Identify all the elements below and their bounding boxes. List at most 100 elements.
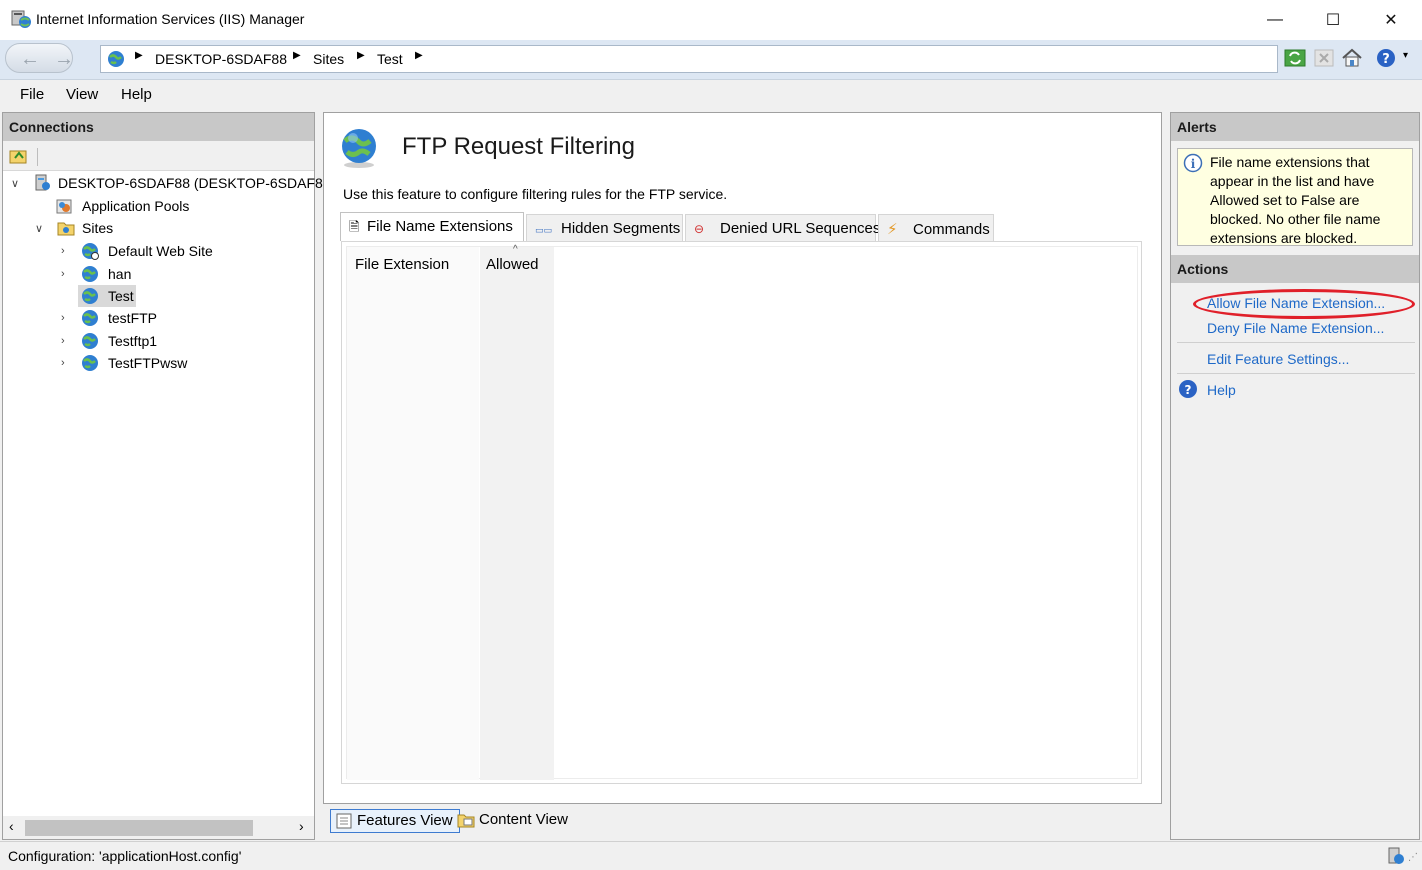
tree-label: han	[108, 266, 132, 282]
ftp-filtering-globe-icon	[342, 129, 376, 168]
alerts-header: Alerts	[1171, 113, 1419, 141]
globe-icon	[82, 355, 98, 371]
resize-grip-icon[interactable]: ⋰	[1408, 852, 1418, 863]
document-icon: 🗎	[349, 219, 360, 234]
lightning-icon: ⚡	[887, 221, 898, 238]
globe-icon	[108, 51, 124, 67]
chevron-down-icon[interactable]: ∨	[35, 222, 43, 235]
globe-icon	[82, 288, 98, 304]
chevron-right-icon[interactable]: ›	[61, 335, 65, 347]
column-header-file-extension[interactable]: File Extension	[355, 256, 449, 273]
deny-url-icon: ⊖	[694, 222, 705, 236]
menu-file[interactable]: File	[20, 86, 44, 103]
breadcrumb-arrow-icon[interactable]: ▶	[293, 50, 301, 61]
minimize-button[interactable]: —	[1246, 0, 1304, 40]
tree-label: Sites	[82, 220, 114, 236]
chevron-down-icon[interactable]: ▾	[1403, 50, 1408, 61]
feature-panel: FTP Request Filtering Use this feature t…	[323, 112, 1162, 804]
info-icon: i	[1183, 153, 1203, 173]
actions-panel: Alerts i File name extensions that appea…	[1170, 112, 1420, 840]
connections-panel: Connections ∨ DESKTOP-6SDAF88 (DESKTOP-6…	[2, 112, 331, 840]
status-bar: Configuration: 'applicationHost.config' …	[0, 841, 1422, 870]
tree-label: Application Pools	[82, 198, 190, 214]
svg-text:?: ?	[1382, 52, 1390, 67]
status-text: Configuration: 'applicationHost.config'	[8, 848, 242, 864]
menu-help[interactable]: Help	[121, 86, 152, 103]
menu-bar: File View Help	[0, 80, 1422, 110]
help-link[interactable]: Help	[1207, 382, 1236, 398]
tab-hidden-segments[interactable]: ▭▭ Hidden Segments	[526, 214, 683, 242]
actions-divider	[1177, 373, 1415, 374]
breadcrumb-arrow-icon[interactable]: ▶	[415, 50, 423, 61]
toolbar-divider	[37, 148, 38, 166]
scroll-left-icon[interactable]: ‹	[9, 818, 14, 834]
app-pools-icon	[56, 199, 72, 214]
refresh-icon[interactable]	[1283, 46, 1307, 70]
chevron-right-icon[interactable]: ›	[61, 312, 65, 324]
breadcrumb-server[interactable]: DESKTOP-6SDAF88	[155, 51, 287, 67]
tree-label: TestFTPwsw	[108, 355, 188, 371]
column-file-extension	[347, 247, 479, 780]
segments-icon: ▭▭	[535, 225, 553, 235]
maximize-button[interactable]: ☐	[1304, 0, 1362, 40]
server-status-icon	[1388, 847, 1404, 864]
connect-icon[interactable]	[9, 147, 29, 165]
extensions-list[interactable]: File Extension ^ Allowed	[341, 241, 1142, 784]
svg-text:i: i	[1191, 157, 1196, 171]
column-header-allowed[interactable]: Allowed	[486, 256, 539, 273]
forward-arrow-icon[interactable]: →	[54, 49, 74, 69]
actions-header: Actions	[1171, 255, 1419, 283]
list-body: File Extension ^ Allowed	[346, 244, 1138, 780]
alert-box: i File name extensions that appear in th…	[1177, 148, 1413, 246]
breadcrumb-test[interactable]: Test	[377, 51, 403, 67]
breadcrumb-sites[interactable]: Sites	[313, 51, 344, 67]
chevron-right-icon[interactable]: ›	[61, 357, 65, 369]
tree-label: Default Web Site	[108, 243, 213, 259]
sort-ascending-icon: ^	[513, 244, 518, 255]
breadcrumb-arrow-icon[interactable]: ▶	[357, 50, 365, 61]
actions-divider	[1177, 342, 1415, 343]
back-arrow-icon[interactable]: ←	[20, 49, 40, 69]
globe-icon	[82, 333, 98, 349]
edit-feature-settings-link[interactable]: Edit Feature Settings...	[1207, 351, 1349, 367]
horizontal-scrollbar[interactable]: ‹ ›	[3, 816, 314, 839]
content-view-button[interactable]: Content View	[453, 809, 574, 833]
allow-file-name-extension-link[interactable]: Allow File Name Extension...	[1207, 295, 1385, 311]
column-allowed	[480, 247, 554, 780]
scroll-thumb[interactable]	[25, 820, 253, 836]
sites-folder-icon	[57, 222, 75, 236]
globe-icon	[82, 243, 99, 260]
tab-file-name-extensions[interactable]: 🗎 File Name Extensions	[340, 212, 524, 241]
address-bar: ← → ▶ DESKTOP-6SDAF88 ▶ Sites ▶ Test ▶ ?…	[0, 40, 1422, 80]
close-button[interactable]: ✕	[1362, 0, 1420, 40]
tree-label: testFTP	[108, 310, 158, 326]
chevron-right-icon[interactable]: ›	[61, 268, 65, 280]
page-title: FTP Request Filtering	[402, 133, 635, 160]
chevron-down-icon[interactable]: ∨	[11, 177, 19, 190]
nav-buttons: ← →	[5, 43, 74, 73]
features-view-icon	[336, 813, 352, 829]
alert-message: File name extensions that appear in the …	[1210, 154, 1381, 246]
deny-file-name-extension-link[interactable]: Deny File Name Extension...	[1207, 320, 1384, 336]
title-bar: Internet Information Services (IIS) Mana…	[0, 0, 1422, 40]
connections-toolbar	[3, 141, 314, 171]
svg-text:?: ?	[1185, 383, 1192, 397]
server-icon	[35, 174, 50, 191]
scroll-right-icon[interactable]: ›	[299, 818, 304, 834]
iis-app-icon	[11, 10, 31, 28]
chevron-right-icon[interactable]: ›	[61, 245, 65, 257]
breadcrumb[interactable]: ▶ DESKTOP-6SDAF88 ▶ Sites ▶ Test ▶	[100, 45, 1278, 73]
tab-denied-url-sequences[interactable]: ⊖ Denied URL Sequences	[685, 214, 880, 242]
features-view-button[interactable]: Features View	[330, 809, 460, 833]
help-dropdown-icon[interactable]: ?	[1375, 46, 1399, 70]
window-title: Internet Information Services (IIS) Mana…	[36, 11, 305, 27]
stop-icon[interactable]	[1312, 46, 1336, 70]
tab-commands[interactable]: ⚡ Commands	[878, 214, 994, 242]
view-switcher: Features View Content View	[323, 806, 1162, 836]
home-icon[interactable]	[1340, 46, 1364, 70]
breadcrumb-arrow-icon[interactable]: ▶	[135, 50, 143, 61]
help-icon[interactable]: ?	[1178, 379, 1198, 399]
feature-description: Use this feature to configure filtering …	[343, 186, 728, 202]
globe-icon	[82, 266, 98, 282]
menu-view[interactable]: View	[66, 86, 98, 103]
